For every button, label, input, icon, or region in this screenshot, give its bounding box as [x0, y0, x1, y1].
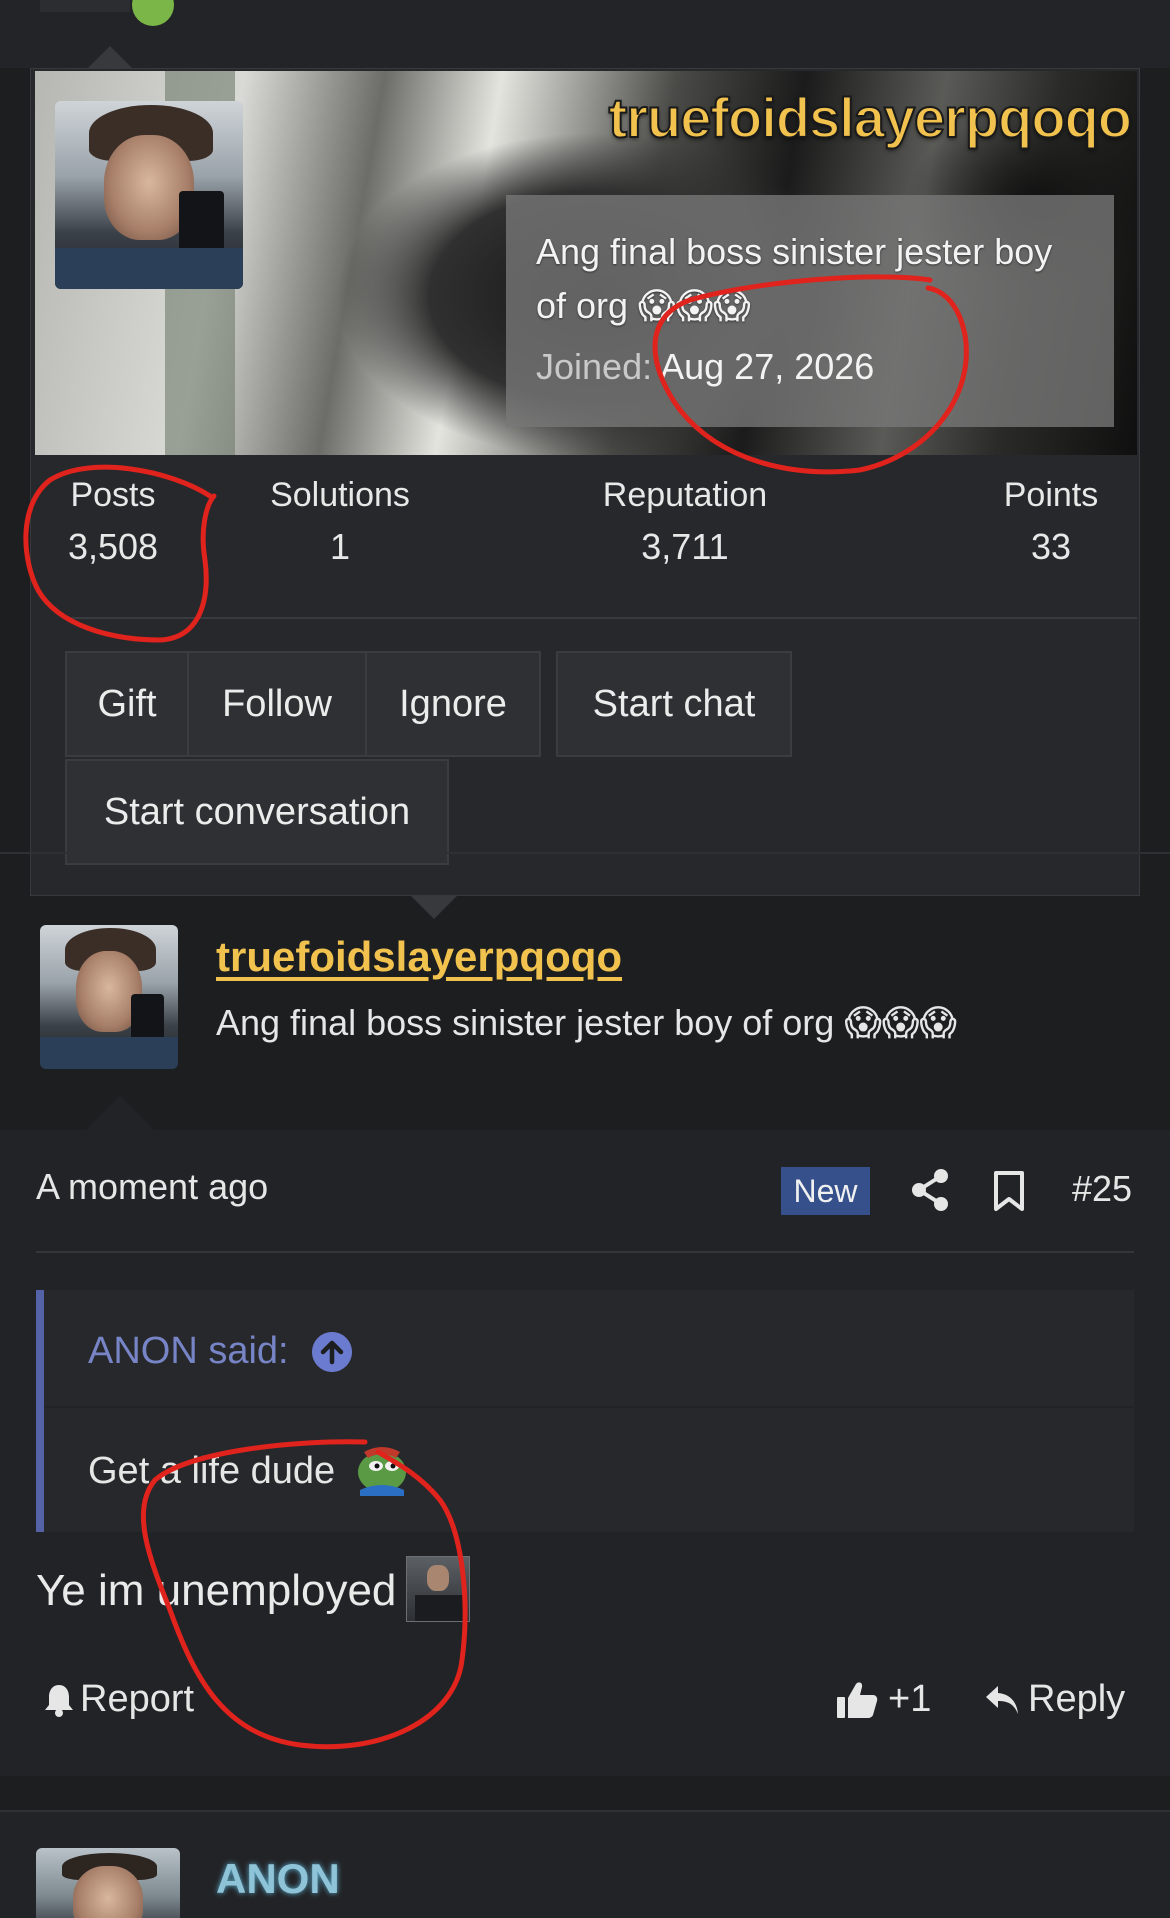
report-button[interactable]: Report	[44, 1678, 194, 1721]
member-card: truefoidslayerpqoqo Ang final boss sinis…	[30, 68, 1140, 896]
next-post-username[interactable]: ANON	[216, 1855, 340, 1903]
next-post-avatar[interactable]	[36, 1848, 180, 1918]
report-label: Report	[80, 1678, 195, 1720]
bell-icon	[45, 1684, 73, 1717]
pepe-emoji-icon	[358, 1447, 406, 1496]
joined-date: Aug 27, 2026	[660, 346, 875, 387]
stat-value: 3,508	[67, 526, 159, 567]
card-joined: Joined: Aug 27, 2026	[536, 339, 1090, 395]
reply-button[interactable]: Reply	[984, 1678, 1125, 1721]
stat-reputation: Reputation 3,711	[595, 469, 775, 573]
stat-posts[interactable]: Posts 3,508	[53, 469, 173, 573]
like-count: +1	[888, 1678, 932, 1720]
stat-value: 33	[1030, 526, 1072, 567]
card-avatar[interactable]	[55, 101, 243, 289]
like-button[interactable]: +1	[836, 1678, 931, 1721]
quote-author[interactable]: ANON said:	[88, 1330, 289, 1373]
new-badge: New	[781, 1167, 870, 1215]
start-conversation-button[interactable]: Start conversation	[65, 759, 449, 865]
post-message: Ye im unemployed	[36, 1566, 397, 1615]
ignore-button[interactable]: Ignore	[365, 651, 541, 757]
share-icon[interactable]	[910, 1168, 950, 1212]
stat-label: Reputation	[602, 476, 768, 514]
stat-label: Points	[1003, 476, 1099, 514]
card-stats: Posts 3,508 Solutions 1 Reputation 3,711…	[35, 469, 1137, 589]
post-pointer	[86, 1096, 154, 1130]
post-number[interactable]: #25	[1072, 1168, 1132, 1210]
online-indicator	[132, 0, 174, 26]
stat-value: 1	[329, 526, 351, 567]
card-pointer	[88, 46, 132, 68]
follow-button[interactable]: Follow	[187, 651, 367, 757]
card-user-title: Ang final boss sinister jester boy of or…	[536, 231, 1053, 326]
post-avatar[interactable]	[40, 925, 178, 1069]
reply-label: Reply	[1028, 1678, 1126, 1720]
stat-solutions: Solutions 1	[260, 469, 420, 573]
post-timestamp[interactable]: A moment ago	[36, 1166, 268, 1208]
thumbs-up-icon	[837, 1681, 878, 1718]
stat-label: Posts	[70, 476, 156, 514]
post-username[interactable]: truefoidslayerpqoqo	[216, 933, 622, 981]
post-user-title: Ang final boss sinister jester boy of or…	[216, 1002, 957, 1043]
joined-label: Joined:	[536, 346, 653, 387]
quote-block: ANON said: Get a life dude	[36, 1290, 1134, 1532]
card-info-box: Ang final boss sinister jester boy of or…	[506, 195, 1114, 427]
reaction-gif[interactable]	[406, 1556, 470, 1622]
previous-post-strip	[0, 0, 1170, 68]
quote-header: ANON said:	[44, 1290, 1134, 1408]
card-pointer-bottom	[410, 895, 458, 919]
card-username[interactable]: truefoidslayerpqoqo	[415, 85, 1133, 150]
stat-points: Points 33	[991, 469, 1111, 573]
bookmark-icon[interactable]	[992, 1170, 1026, 1212]
gift-button[interactable]: Gift	[65, 651, 189, 757]
start-chat-button[interactable]: Start chat	[556, 651, 792, 757]
previous-avatar-peek	[40, 0, 130, 12]
header-divider	[36, 1251, 1134, 1253]
stat-label: Solutions	[270, 476, 410, 514]
divider	[0, 852, 1170, 854]
stats-divider	[65, 617, 1137, 619]
quote-text: Get a life dude	[88, 1450, 336, 1492]
arrow-up-circle-icon[interactable]	[312, 1332, 352, 1372]
reply-arrow-icon	[986, 1685, 1018, 1714]
stat-value: 3,711	[641, 526, 729, 567]
